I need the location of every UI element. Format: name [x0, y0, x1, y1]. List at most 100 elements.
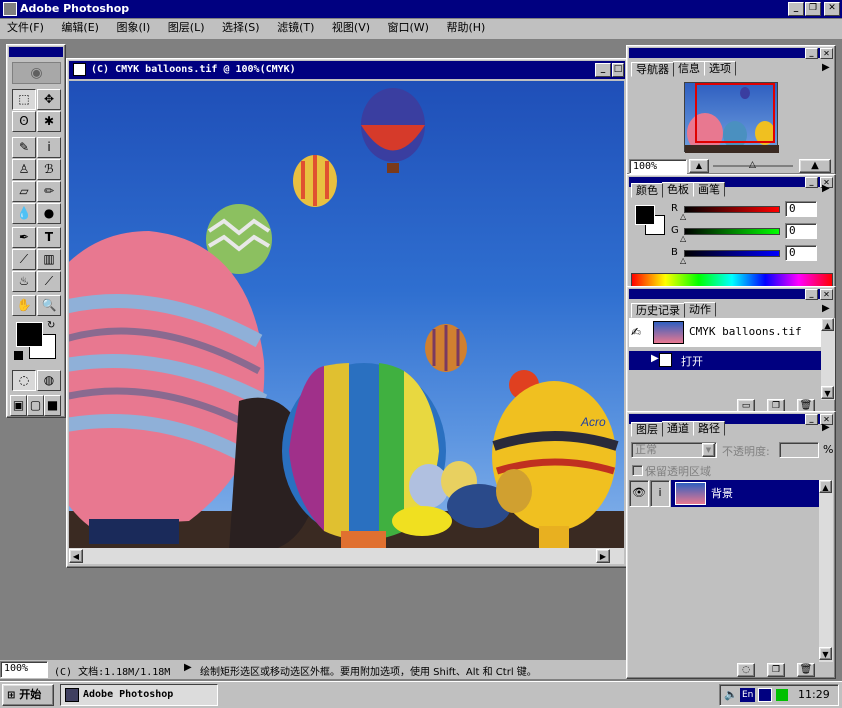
- marquee-tool[interactable]: ⬚: [12, 89, 36, 110]
- default-colors-icon[interactable]: [14, 351, 23, 360]
- add-layer-mask-button[interactable]: ◌: [737, 663, 755, 677]
- blur-tool[interactable]: 💧: [12, 203, 36, 224]
- zoom-slider-thumb[interactable]: △: [749, 160, 756, 170]
- document-title-bar[interactable]: (C) CMYK balloons.tif @ 100%(CMYK): [69, 61, 625, 79]
- type-tool[interactable]: T: [37, 227, 61, 248]
- new-layer-button[interactable]: ❐: [767, 663, 785, 677]
- panel-menu-arrow[interactable]: ▶: [822, 183, 830, 194]
- quick-mask-button[interactable]: ◍: [37, 370, 61, 391]
- airbrush-tool[interactable]: ✎: [12, 137, 36, 158]
- doc-minimize-button[interactable]: _: [595, 63, 611, 77]
- taskbar-task-photoshop[interactable]: Adobe Photoshop: [60, 684, 218, 706]
- hand-tool[interactable]: ✋: [12, 295, 36, 316]
- tab-swatches[interactable]: 色板: [662, 182, 694, 197]
- standard-mode-button[interactable]: ◌: [12, 370, 36, 391]
- image-canvas[interactable]: Acro: [69, 81, 624, 548]
- history-panel-title[interactable]: [629, 289, 821, 299]
- eye-icon[interactable]: 👁: [629, 480, 649, 507]
- channel-b-slider[interactable]: [684, 250, 780, 257]
- history-panel-close[interactable]: ✕: [820, 289, 833, 300]
- zoom-in-button[interactable]: ▲: [799, 159, 831, 173]
- color-fg-swatch[interactable]: [635, 205, 655, 225]
- menu-select[interactable]: 选择(S): [215, 19, 267, 37]
- screen-mode-full-menu[interactable]: ▢: [27, 395, 44, 416]
- preserve-transparency-checkbox[interactable]: [632, 465, 643, 476]
- close-button[interactable]: ✕: [824, 2, 840, 16]
- layers-scroll-down[interactable]: ▼: [819, 647, 832, 660]
- burn-tool[interactable]: ●: [37, 203, 61, 224]
- channel-b-thumb[interactable]: △: [680, 256, 686, 265]
- toolbox-title[interactable]: [9, 47, 63, 57]
- doc-maximize-button[interactable]: □: [612, 63, 624, 77]
- panel-menu-arrow[interactable]: ▶: [822, 303, 830, 314]
- lasso-tool[interactable]: ʘ: [12, 111, 36, 132]
- history-scroll-up[interactable]: ▲: [821, 318, 834, 331]
- tab-options[interactable]: 选项: [704, 61, 736, 76]
- channel-b-field[interactable]: 0: [785, 245, 817, 261]
- scroll-left-button[interactable]: ◀: [69, 549, 83, 563]
- input-language-indicator[interactable]: En: [740, 688, 756, 702]
- navigator-panel-minimize[interactable]: _: [805, 48, 818, 59]
- status-green-icon[interactable]: [776, 689, 788, 701]
- channel-g-slider[interactable]: [684, 228, 780, 235]
- tab-navigator[interactable]: 导航器: [631, 62, 674, 77]
- tab-channels[interactable]: 通道: [662, 421, 694, 436]
- history-step-row[interactable]: ▶ 打开: [629, 351, 821, 370]
- zoom-tool[interactable]: 🔍: [37, 295, 61, 316]
- menu-view[interactable]: 视图(V): [325, 19, 377, 37]
- history-brush-source-icon[interactable]: ✍: [631, 325, 641, 339]
- history-scrollbar[interactable]: ▲ ▼: [821, 318, 835, 400]
- channel-g-field[interactable]: 0: [785, 223, 817, 239]
- tab-brushes[interactable]: 画笔: [693, 182, 725, 197]
- menu-layer[interactable]: 图层(L): [161, 19, 212, 37]
- minimize-button[interactable]: _: [788, 2, 804, 16]
- history-scroll-down[interactable]: ▼: [821, 386, 834, 399]
- history-brush-tool[interactable]: ℬ: [37, 159, 61, 180]
- network-icon[interactable]: [758, 688, 772, 702]
- measure-tool[interactable]: ⟋: [12, 249, 36, 270]
- status-menu-arrow[interactable]: ▶: [184, 662, 192, 673]
- restore-button[interactable]: ❐: [805, 2, 821, 16]
- history-state-slider-icon[interactable]: ▶: [651, 353, 659, 364]
- navigator-panel-title[interactable]: [629, 48, 821, 58]
- tab-info[interactable]: 信息: [673, 61, 705, 76]
- scroll-right-button[interactable]: ▶: [596, 549, 610, 563]
- blend-mode-select[interactable]: 正常 ▼: [631, 442, 717, 458]
- foreground-color-swatch[interactable]: [16, 322, 43, 347]
- screen-mode-standard[interactable]: ▣: [10, 395, 27, 416]
- color-ramp[interactable]: [631, 273, 833, 287]
- start-button[interactable]: ⊞ 开始: [2, 684, 54, 706]
- brush-icon[interactable]: ⅰ: [650, 480, 670, 507]
- status-doc-size[interactable]: (C) 文档:1.18M/1.18M: [54, 663, 170, 678]
- zoom-out-button[interactable]: ▲: [689, 159, 709, 173]
- tab-color[interactable]: 颜色: [631, 183, 663, 198]
- horizontal-scrollbar[interactable]: ◀ ▶: [69, 548, 624, 564]
- layers-scroll-up[interactable]: ▲: [819, 480, 832, 493]
- menu-image[interactable]: 图象(I): [109, 19, 157, 37]
- menu-help[interactable]: 帮助(H): [439, 19, 492, 37]
- history-panel-minimize[interactable]: _: [805, 289, 818, 300]
- navigator-zoom-field[interactable]: 100%: [629, 159, 687, 174]
- eraser-tool[interactable]: ▱: [12, 181, 36, 202]
- panel-menu-arrow[interactable]: ▶: [822, 422, 830, 433]
- navigator-panel-close[interactable]: ✕: [820, 48, 833, 59]
- tab-actions[interactable]: 动作: [684, 302, 716, 317]
- panel-menu-arrow[interactable]: ▶: [822, 62, 830, 73]
- paint-bucket-tool[interactable]: ♨: [12, 271, 36, 292]
- channel-r-slider[interactable]: [684, 206, 780, 213]
- eyedropper-tool[interactable]: ⟋: [37, 271, 61, 292]
- status-zoom-field[interactable]: 100%: [0, 661, 48, 678]
- clock[interactable]: 11:29: [798, 688, 830, 701]
- tab-layers[interactable]: 图层: [631, 422, 663, 437]
- channel-r-field[interactable]: 0: [785, 201, 817, 217]
- tab-history[interactable]: 历史记录: [631, 303, 685, 318]
- menu-file[interactable]: 文件(F): [0, 19, 51, 37]
- menu-filter[interactable]: 滤镜(T): [270, 19, 321, 37]
- rubber-stamp-tool[interactable]: ♙: [12, 159, 36, 180]
- layers-panel-minimize[interactable]: _: [805, 414, 818, 425]
- navigator-thumbnail[interactable]: [684, 82, 779, 153]
- delete-layer-trash-icon[interactable]: 🗑: [797, 663, 815, 677]
- layer-row-background[interactable]: 👁 ⅰ 背景: [629, 480, 819, 507]
- pencil-tool[interactable]: ✏: [37, 181, 61, 202]
- channel-r-thumb[interactable]: △: [680, 212, 686, 221]
